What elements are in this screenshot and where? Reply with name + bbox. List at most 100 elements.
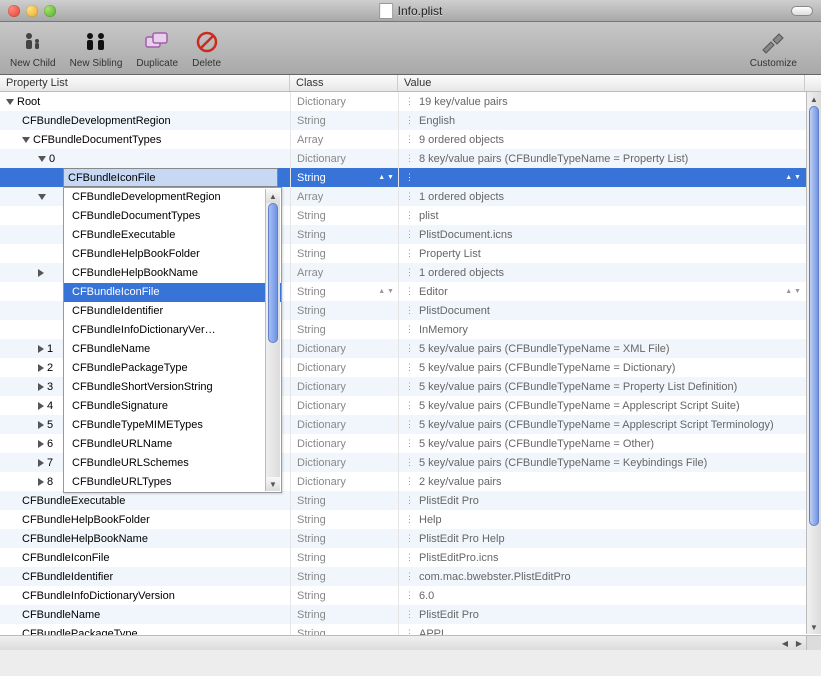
zoom-button[interactable] <box>44 5 56 17</box>
row-class[interactable]: String <box>290 244 398 263</box>
key-edit-input[interactable] <box>64 169 277 186</box>
scroll-up-icon[interactable]: ▲ <box>266 189 280 203</box>
row-class[interactable]: String <box>290 548 398 567</box>
row-value[interactable]: 5 key/value pairs (CFBundleTypeName = Ke… <box>419 457 707 469</box>
toolbar-toggle-button[interactable] <box>791 6 813 16</box>
disclosure-triangle-icon[interactable] <box>38 194 46 200</box>
row-value[interactable]: 6.0 <box>419 590 434 602</box>
value-stepper-icon[interactable]: ▲ ▼ <box>785 175 801 180</box>
row-value[interactable]: PlistDocument.icns <box>419 229 513 241</box>
scroll-left-icon[interactable]: ◀ <box>778 636 792 650</box>
disclosure-triangle-icon[interactable] <box>38 156 46 162</box>
disclosure-triangle-icon[interactable] <box>38 440 44 448</box>
disclosure-triangle-icon[interactable] <box>22 137 30 143</box>
row-class[interactable]: String▲ ▼ <box>290 282 398 301</box>
row-value[interactable]: PlistEdit Pro <box>419 495 479 507</box>
row-value[interactable]: 1 ordered objects <box>419 267 504 279</box>
row-value[interactable]: 5 key/value pairs (CFBundleTypeName = Ap… <box>419 419 774 431</box>
disclosure-triangle-icon[interactable] <box>38 269 44 277</box>
disclosure-triangle-icon[interactable] <box>38 364 44 372</box>
row-value[interactable]: PlistEditPro.icns <box>419 552 498 564</box>
row-class[interactable]: Array <box>290 263 398 282</box>
row-class[interactable]: Dictionary <box>290 358 398 377</box>
disclosure-triangle-icon[interactable] <box>6 99 14 105</box>
row-class[interactable]: String <box>290 567 398 586</box>
autocomplete-item[interactable]: CFBundleDevelopmentRegion <box>64 188 281 207</box>
disclosure-triangle-icon[interactable] <box>38 459 44 467</box>
row-value[interactable]: com.mac.bwebster.PlistEditPro <box>419 571 571 583</box>
row-class[interactable]: String <box>290 301 398 320</box>
duplicate-button[interactable]: Duplicate <box>136 28 178 69</box>
row-value[interactable]: 5 key/value pairs (CFBundleTypeName = Ap… <box>419 400 740 412</box>
row-class[interactable]: Dictionary <box>290 434 398 453</box>
autocomplete-item[interactable]: CFBundleURLTypes <box>64 473 281 492</box>
dropdown-scrollbar[interactable]: ▲ ▼ <box>265 189 280 491</box>
autocomplete-item[interactable]: CFBundlePackageType <box>64 359 281 378</box>
disclosure-triangle-icon[interactable] <box>38 478 44 486</box>
row-value[interactable]: 2 key/value pairs <box>419 476 502 488</box>
table-row[interactable]: CFBundleExecutableString⋮PlistEdit Pro <box>0 491 821 510</box>
row-value[interactable]: InMemory <box>419 324 468 336</box>
row-class[interactable]: Dictionary <box>290 415 398 434</box>
row-class[interactable]: String <box>290 605 398 624</box>
scroll-up-icon[interactable]: ▲ <box>807 92 821 106</box>
header-property-list[interactable]: Property List <box>0 75 290 91</box>
scroll-down-icon[interactable]: ▼ <box>266 477 280 491</box>
autocomplete-item[interactable]: CFBundleSignature <box>64 397 281 416</box>
row-value[interactable]: 5 key/value pairs (CFBundleTypeName = Di… <box>419 362 675 374</box>
autocomplete-dropdown[interactable]: CFBundleDevelopmentRegionCFBundleDocumen… <box>63 187 282 493</box>
autocomplete-item[interactable]: CFBundleIconFile <box>64 283 281 302</box>
class-stepper-icon[interactable]: ▲ ▼ <box>378 289 394 294</box>
row-class[interactable]: Dictionary <box>290 377 398 396</box>
autocomplete-item[interactable]: CFBundleExecutable <box>64 226 281 245</box>
disclosure-triangle-icon[interactable] <box>38 345 44 353</box>
scroll-down-icon[interactable]: ▼ <box>807 620 821 634</box>
delete-button[interactable]: Delete <box>192 28 221 69</box>
row-value[interactable]: 5 key/value pairs (CFBundleTypeName = Pr… <box>419 381 737 393</box>
vertical-scrollbar[interactable]: ▲ ▼ <box>806 92 821 634</box>
row-class[interactable]: Dictionary <box>290 149 398 168</box>
row-value[interactable]: 5 key/value pairs (CFBundleTypeName = Ot… <box>419 438 654 450</box>
autocomplete-item[interactable]: CFBundleInfoDictionaryVer… <box>64 321 281 340</box>
row-value[interactable]: Property List <box>419 248 481 260</box>
row-value[interactable]: English <box>419 115 455 127</box>
table-row[interactable]: RootDictionary⋮19 key/value pairs <box>0 92 821 111</box>
disclosure-triangle-icon[interactable] <box>38 383 44 391</box>
disclosure-triangle-icon[interactable] <box>38 402 44 410</box>
scroll-right-icon[interactable]: ▶ <box>792 636 806 650</box>
autocomplete-item[interactable]: CFBundleHelpBookFolder <box>64 245 281 264</box>
horizontal-scrollbar[interactable]: ◀ ▶ <box>0 635 806 650</box>
header-value[interactable]: Value <box>398 75 805 91</box>
table-row[interactable]: CFBundleNameString⋮PlistEdit Pro <box>0 605 821 624</box>
new-sibling-button[interactable]: New Sibling <box>70 28 123 69</box>
table-row[interactable]: CFBundleDocumentTypesArray⋮9 ordered obj… <box>0 130 821 149</box>
row-class[interactable]: String <box>290 206 398 225</box>
scroll-thumb[interactable] <box>268 203 278 343</box>
row-class[interactable]: Array <box>290 187 398 206</box>
minimize-button[interactable] <box>26 5 38 17</box>
header-class[interactable]: Class <box>290 75 398 91</box>
autocomplete-item[interactable]: CFBundleTypeMIMETypes <box>64 416 281 435</box>
row-class[interactable]: Dictionary <box>290 453 398 472</box>
row-class[interactable]: String <box>290 111 398 130</box>
row-value[interactable]: 5 key/value pairs (CFBundleTypeName = XM… <box>419 343 670 355</box>
table-row[interactable]: CFBundleInfoDictionaryVersionString⋮6.0 <box>0 586 821 605</box>
class-stepper-icon[interactable]: ▲ ▼ <box>378 175 394 180</box>
autocomplete-item[interactable]: CFBundleDocumentTypes <box>64 207 281 226</box>
scroll-thumb[interactable] <box>809 106 819 526</box>
table-row[interactable]: 0Dictionary⋮8 key/value pairs (CFBundleT… <box>0 149 821 168</box>
key-edit-cell[interactable] <box>63 168 278 187</box>
row-value[interactable]: 19 key/value pairs <box>419 96 508 108</box>
row-value[interactable]: 9 ordered objects <box>419 134 504 146</box>
row-class[interactable]: Array <box>290 130 398 149</box>
row-class[interactable]: String <box>290 320 398 339</box>
row-class[interactable]: String▲ ▼ <box>290 168 398 187</box>
table-row[interactable]: CFBundleIdentifierString⋮com.mac.bwebste… <box>0 567 821 586</box>
row-value[interactable]: Editor <box>419 286 448 298</box>
row-class[interactable]: Dictionary <box>290 92 398 111</box>
row-class[interactable]: String <box>290 586 398 605</box>
new-child-button[interactable]: New Child <box>10 28 56 69</box>
customize-button[interactable]: Customize <box>750 28 797 69</box>
resize-corner[interactable] <box>806 635 821 650</box>
autocomplete-item[interactable]: CFBundleShortVersionString <box>64 378 281 397</box>
